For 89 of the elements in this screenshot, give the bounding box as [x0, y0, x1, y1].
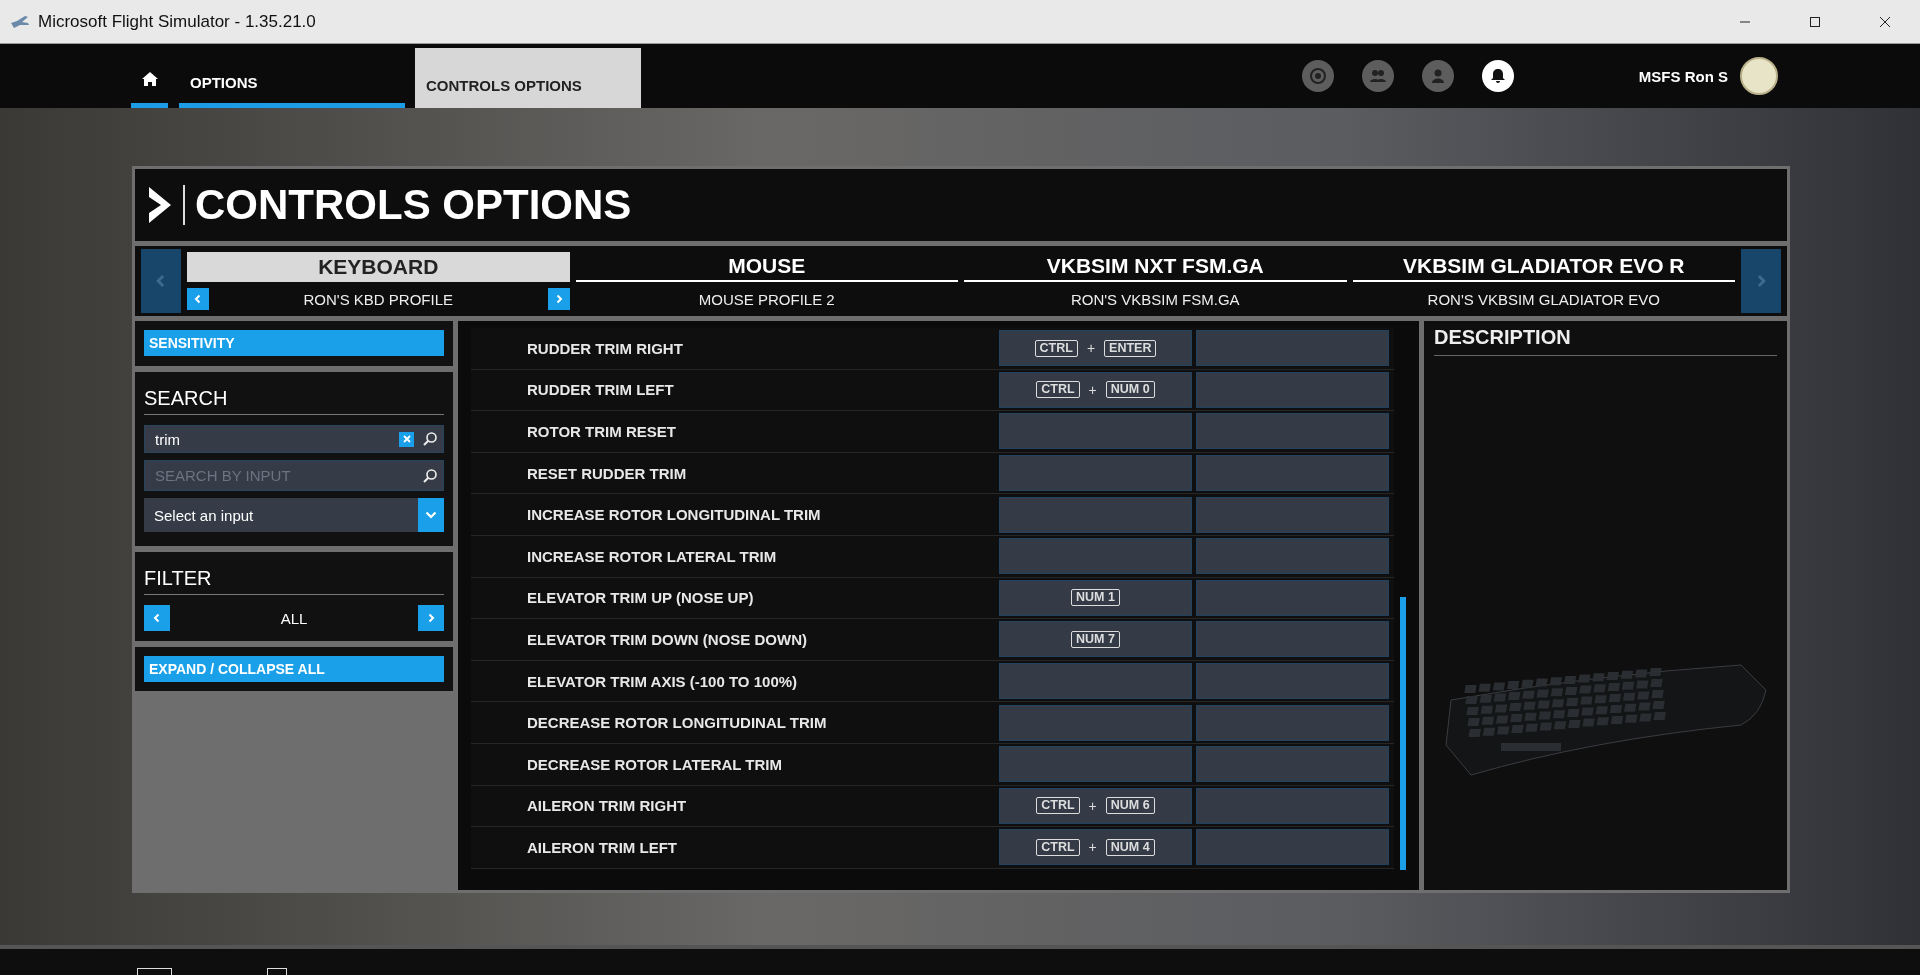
chevron-icon	[147, 185, 173, 225]
chevron-left-icon	[193, 294, 203, 304]
profile-name: RON'S VKBSIM GLADIATOR EVO	[1426, 290, 1661, 308]
action-name[interactable]: AILERON TRIM LEFT	[471, 838, 999, 856]
plus-sign: +	[1088, 797, 1097, 814]
previous-profile-button[interactable]	[187, 288, 209, 310]
binding-slot[interactable]	[1196, 621, 1389, 658]
input-dropdown[interactable]: Select an input	[144, 498, 444, 532]
target-icon[interactable]	[1301, 60, 1334, 92]
key-label: NUM 6	[1105, 797, 1155, 815]
key-label: NUM 1	[1071, 589, 1120, 607]
binding-slot[interactable]	[999, 413, 1192, 450]
chevron-left-icon	[152, 613, 162, 623]
scroll-left-button[interactable]	[141, 249, 181, 313]
profile-name: RON'S KBD PROFILE	[302, 290, 455, 308]
device-tab[interactable]: KEYBOARD	[187, 252, 570, 282]
action-name[interactable]: AILERON TRIM RIGHT	[471, 797, 999, 815]
binding-slot[interactable]	[999, 746, 1192, 783]
binding-slot[interactable]	[1196, 371, 1389, 408]
app-icon	[10, 14, 30, 29]
binding-slot[interactable]	[1196, 746, 1389, 783]
profile-name: RON'S VKBSIM FSM.GA	[1069, 290, 1241, 308]
key-label: NUM 7	[1071, 630, 1120, 648]
key-label: NUM 4	[1105, 838, 1155, 856]
action-name[interactable]: ELEVATOR TRIM UP (NOSE UP)	[471, 589, 999, 607]
input-search-field[interactable]: SEARCH BY INPUT	[144, 460, 444, 491]
plus-sign: +	[1088, 839, 1097, 856]
profile-name: MOUSE PROFILE 2	[697, 290, 836, 308]
binding-slot[interactable]	[1196, 330, 1389, 367]
key-label: CTRL	[1034, 339, 1078, 357]
binding-slot[interactable]	[1196, 455, 1389, 492]
device-tab[interactable]: VKBSIM NXT FSM.GA	[964, 252, 1347, 282]
binding-slot[interactable]	[999, 538, 1192, 575]
binding-slot[interactable]: NUM 1	[999, 579, 1192, 616]
search-field[interactable]: trim	[144, 425, 444, 453]
scrollbar-thumb[interactable]	[1400, 597, 1406, 870]
key-icon	[137, 968, 172, 975]
binding-slot[interactable]	[1196, 829, 1389, 866]
binding-slot[interactable]	[999, 455, 1192, 492]
search-icon[interactable]	[422, 467, 438, 484]
binding-slot[interactable]: CTRL + NUM 6	[999, 787, 1192, 824]
key-label: NUM 0	[1105, 381, 1155, 399]
binding-slot[interactable]	[1196, 579, 1389, 616]
device-tab[interactable]: VKBSIM GLADIATOR EVO R	[1352, 252, 1735, 282]
chevron-right-icon	[426, 613, 436, 623]
avatar-icon[interactable]	[1740, 57, 1778, 95]
window-title: Microsoft Flight Simulator - 1.35.21.0	[38, 11, 316, 32]
binding-slot[interactable]	[999, 704, 1192, 741]
section-heading: SEARCH	[144, 381, 444, 415]
breadcrumb-tab[interactable]: CONTROLS OPTIONS	[415, 48, 641, 108]
binding-slot[interactable]: NUM 7	[999, 621, 1192, 658]
binding-slot[interactable]	[999, 496, 1192, 533]
bell-icon[interactable]	[1481, 60, 1514, 92]
binding-slot[interactable]	[999, 663, 1192, 700]
binding-slot[interactable]	[1196, 496, 1389, 533]
key-label: CTRL	[1036, 838, 1080, 856]
action-name[interactable]: RUDDER TRIM LEFT	[471, 381, 999, 399]
group-icon[interactable]	[1361, 60, 1394, 92]
section-heading: FILTER	[144, 561, 444, 595]
binding-slot[interactable]: CTRL + ENTER	[999, 330, 1192, 367]
next-filter-button[interactable]	[418, 605, 444, 631]
action-name[interactable]: ELEVATOR TRIM DOWN (NOSE DOWN)	[471, 630, 999, 648]
binding-slot[interactable]	[1196, 413, 1389, 450]
next-profile-button[interactable]	[547, 288, 570, 310]
page-title: CONTROLS OPTIONS	[183, 185, 632, 225]
scroll-right-button[interactable]	[1741, 249, 1781, 313]
binding-slot[interactable]: CTRL + NUM 4	[999, 829, 1192, 866]
key-icon	[267, 968, 287, 975]
key-label: CTRL	[1036, 381, 1080, 399]
breadcrumb-tab[interactable]: OPTIONS	[179, 48, 405, 108]
previous-filter-button[interactable]	[144, 605, 170, 631]
binding-slot[interactable]	[1196, 704, 1389, 741]
caret-icon	[425, 511, 437, 519]
plus-sign: +	[1086, 340, 1096, 357]
key-label: CTRL	[1036, 797, 1080, 815]
search-icon[interactable]	[422, 431, 438, 447]
binding-slot[interactable]	[1196, 787, 1389, 824]
filter-value: ALL	[279, 609, 309, 627]
key-label: ENTER	[1104, 339, 1157, 357]
binding-slot[interactable]	[1196, 538, 1389, 575]
plus-sign: +	[1088, 381, 1097, 398]
action-name[interactable]: RUDDER TRIM RIGHT	[471, 339, 999, 357]
description-heading: DESCRIPTION	[1434, 326, 1777, 356]
binding-slot[interactable]	[1196, 663, 1389, 700]
user-name: MSFS Ron S	[1638, 67, 1728, 85]
home-icon[interactable]	[140, 70, 159, 87]
user-icon[interactable]	[1421, 60, 1454, 92]
device-tab[interactable]: MOUSE	[575, 252, 958, 282]
binding-slot[interactable]: CTRL + NUM 0	[999, 371, 1192, 408]
